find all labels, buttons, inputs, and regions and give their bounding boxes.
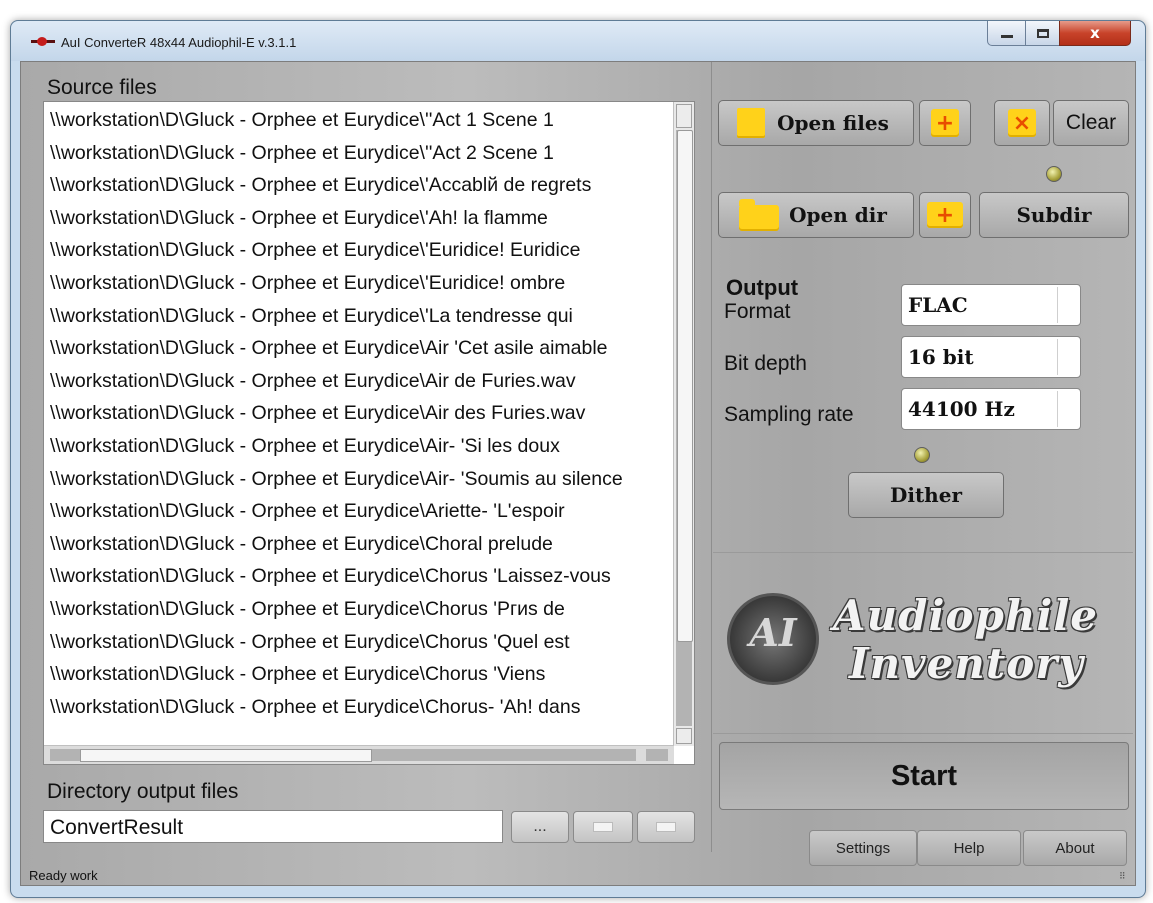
logo-panel: AI Audiophile Inventory — [713, 552, 1133, 734]
hscroll-thumb[interactable] — [80, 749, 372, 762]
browse-button[interactable]: ... — [511, 811, 569, 843]
source-file-list[interactable]: \\workstation\D\Gluck - Orphee et Eurydi… — [43, 101, 695, 765]
scroll-down-arrow[interactable] — [676, 728, 692, 744]
eraser-icon — [656, 822, 676, 832]
list-item[interactable]: \\workstation\D\Gluck - Orphee et Eurydi… — [44, 691, 672, 724]
remove-files-button[interactable]: × — [994, 100, 1050, 146]
list-item[interactable]: \\workstation\D\Gluck - Orphee et Eurydi… — [44, 267, 672, 300]
bit-depth-value: 16 bit — [908, 345, 974, 369]
maximize-icon — [1037, 28, 1049, 38]
settings-button[interactable]: Settings — [809, 830, 917, 866]
open-folder-button[interactable] — [573, 811, 633, 843]
close-button[interactable]: x — [1059, 21, 1131, 46]
format-label: Format — [724, 300, 791, 323]
list-item[interactable]: \\workstation\D\Gluck - Orphee et Eurydi… — [44, 104, 672, 137]
remove-icon: × — [1008, 109, 1036, 137]
open-files-label: Open files — [777, 111, 889, 135]
maximize-button[interactable] — [1025, 21, 1061, 46]
app-icon — [31, 37, 55, 46]
help-button[interactable]: Help — [917, 830, 1021, 866]
sampling-rate-select[interactable]: 44100 Hz — [901, 388, 1081, 430]
open-dir-label: Open dir — [789, 203, 887, 227]
list-item[interactable]: \\workstation\D\Gluck - Orphee et Eurydi… — [44, 626, 672, 659]
bit-depth-select[interactable]: 16 bit — [901, 336, 1081, 378]
file-list-items: \\workstation\D\Gluck - Orphee et Eurydi… — [44, 104, 672, 746]
dither-button[interactable]: Dither — [848, 472, 1004, 518]
clear-indicator-led — [1046, 166, 1062, 182]
scroll-up-arrow[interactable] — [676, 104, 692, 128]
folder-tree-icon — [593, 822, 613, 832]
list-item[interactable]: \\workstation\D\Gluck - Orphee et Eurydi… — [44, 495, 672, 528]
logo-monogram: AI — [727, 593, 819, 685]
list-item[interactable]: \\workstation\D\Gluck - Orphee et Eurydi… — [44, 397, 672, 430]
source-files-label: Source files — [47, 76, 157, 99]
dither-indicator-led — [914, 447, 930, 463]
status-text: Ready work — [29, 868, 98, 883]
vertical-scrollbar[interactable] — [673, 102, 694, 746]
close-icon: x — [1090, 24, 1100, 42]
minimize-button[interactable] — [987, 21, 1027, 46]
logo-text-line2: Inventory — [849, 639, 1084, 688]
list-item[interactable]: \\workstation\D\Gluck - Orphee et Eurydi… — [44, 300, 672, 333]
list-item[interactable]: \\workstation\D\Gluck - Orphee et Eurydi… — [44, 137, 672, 170]
hscroll-right-arrow[interactable] — [646, 749, 668, 761]
list-item[interactable]: \\workstation\D\Gluck - Orphee et Eurydi… — [44, 430, 672, 463]
app-window: AuI ConverteR 48x44 Audiophil-E v.3.1.1 … — [10, 20, 1146, 898]
about-button[interactable]: About — [1023, 830, 1127, 866]
minimize-icon — [1001, 34, 1013, 38]
clear-dir-button[interactable] — [637, 811, 695, 843]
window-title: AuI ConverteR 48x44 Audiophil-E v.3.1.1 — [61, 35, 297, 50]
list-item[interactable]: \\workstation\D\Gluck - Orphee et Eurydi… — [44, 169, 672, 202]
output-section-title: Output — [726, 275, 799, 300]
open-dir-button[interactable]: Open dir — [718, 192, 914, 238]
output-dir-label: Directory output files — [47, 780, 239, 803]
resize-grip[interactable]: ⠿ — [1119, 871, 1129, 881]
list-item[interactable]: \\workstation\D\Gluck - Orphee et Eurydi… — [44, 463, 672, 496]
hscroll-track[interactable] — [50, 749, 636, 762]
horizontal-scrollbar[interactable] — [44, 745, 674, 764]
sampling-rate-value: 44100 Hz — [908, 397, 1015, 421]
title-bar[interactable]: AuI ConverteR 48x44 Audiophil-E v.3.1.1 … — [11, 21, 1145, 61]
list-item[interactable]: \\workstation\D\Gluck - Orphee et Eurydi… — [44, 332, 672, 365]
bit-depth-label: Bit depth — [724, 352, 807, 375]
scroll-thumb[interactable] — [677, 130, 693, 642]
subdir-label: Subdir — [1016, 203, 1092, 227]
add-folder-icon: + — [927, 202, 963, 228]
window-controls: x — [987, 21, 1137, 47]
folder-icon — [739, 199, 779, 231]
open-files-button[interactable]: Open files — [718, 100, 914, 146]
file-icon — [737, 108, 765, 138]
logo-text-line1: Audiophile — [833, 591, 1098, 640]
list-item[interactable]: \\workstation\D\Gluck - Orphee et Eurydi… — [44, 528, 672, 561]
sampling-rate-label: Sampling rate — [724, 403, 854, 426]
scroll-track[interactable] — [676, 130, 693, 726]
list-item[interactable]: \\workstation\D\Gluck - Orphee et Eurydi… — [44, 234, 672, 267]
list-item[interactable]: \\workstation\D\Gluck - Orphee et Eurydi… — [44, 560, 672, 593]
add-icon: + — [931, 109, 959, 137]
list-item[interactable]: \\workstation\D\Gluck - Orphee et Eurydi… — [44, 593, 672, 626]
clear-label: Clear — [1065, 111, 1117, 134]
start-button[interactable]: Start — [719, 742, 1129, 810]
list-item[interactable]: \\workstation\D\Gluck - Orphee et Eurydi… — [44, 365, 672, 398]
output-dir-input[interactable]: ConvertResult — [43, 810, 503, 843]
format-select[interactable]: FLAC — [901, 284, 1081, 326]
subdir-button[interactable]: Subdir — [979, 192, 1129, 238]
format-value: FLAC — [908, 293, 968, 317]
list-item[interactable]: \\workstation\D\Gluck - Orphee et Eurydi… — [44, 658, 672, 691]
list-item[interactable]: \\workstation\D\Gluck - Orphee et Eurydi… — [44, 202, 672, 235]
client-area: Source files \\workstation\D\Gluck - Orp… — [20, 61, 1136, 886]
add-dir-button[interactable]: + — [919, 192, 971, 238]
add-files-button[interactable]: + — [919, 100, 971, 146]
clear-button[interactable]: Clear — [1053, 100, 1129, 146]
dither-label: Dither — [890, 483, 962, 507]
